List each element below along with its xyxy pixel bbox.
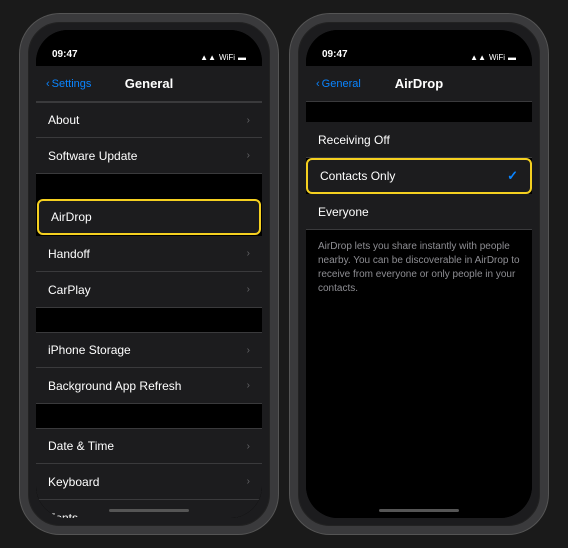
keyboard-label: Keyboard [48,475,247,489]
vol-dn-button-2[interactable] [290,162,292,190]
list-item-software-update[interactable]: Software Update › [36,138,262,174]
software-update-chevron-icon: › [247,150,250,161]
wifi-icon-2: WiFi [489,53,505,62]
nav-title-1: General [125,76,173,91]
carplay-label: CarPlay [48,283,247,297]
nav-title-2: AirDrop [395,76,443,91]
battery-icon: ▬ [238,53,246,62]
group-1: About › Software Update › [36,102,262,174]
list-item-airdrop[interactable]: AirDrop [37,199,261,235]
fonts-chevron-icon: › [247,512,250,518]
mute-button[interactable] [20,92,22,110]
airdrop-gap-top [306,102,532,122]
signal-icon-2: ▲▲ [470,53,486,62]
phone-1: 09:47 ▲▲ WiFi ▬ ‹ Settings General [20,14,278,534]
home-indicator-1 [109,509,189,512]
list-item-keyboard[interactable]: Keyboard › [36,464,262,500]
status-icons-1: ▲▲ WiFi ▬ [200,53,246,62]
status-time-2: 09:47 [322,49,348,62]
screen-1: 09:47 ▲▲ WiFi ▬ ‹ Settings General [36,30,262,518]
back-button-2[interactable]: ‹ General [316,78,361,90]
airdrop-description: AirDrop lets you share instantly with pe… [306,230,532,306]
gap-3 [36,404,262,428]
handoff-chevron-icon: › [247,248,250,259]
contacts-only-label: Contacts Only [320,169,507,183]
power-button-2[interactable] [546,132,548,172]
signal-icon: ▲▲ [200,53,216,62]
group-2: AirDrop Handoff › CarPlay › [36,199,262,308]
status-icons-2: ▲▲ WiFi ▬ [470,53,516,62]
airdrop-label: AirDrop [51,210,247,224]
list-item-about[interactable]: About › [36,102,262,138]
list-item-carplay[interactable]: CarPlay › [36,272,262,308]
nav-bar-2: ‹ General AirDrop [306,66,532,102]
list-item-date-time[interactable]: Date & Time › [36,428,262,464]
airdrop-settings-list: Receiving Off Contacts Only ✓ Everyone A… [306,102,532,518]
power-button[interactable] [276,132,278,172]
background-refresh-label: Background App Refresh [48,379,247,393]
everyone-label: Everyone [318,205,520,219]
mute-button-2[interactable] [290,92,292,110]
airdrop-item-receiving-off[interactable]: Receiving Off [306,122,532,158]
vol-dn-button[interactable] [20,162,22,190]
wifi-icon: WiFi [219,53,235,62]
about-label: About [48,113,247,127]
back-button-1[interactable]: ‹ Settings [46,78,91,90]
carplay-chevron-icon: › [247,284,250,295]
phone-frame-2: 09:47 ▲▲ WiFi ▬ ‹ General AirDrop [290,14,548,534]
gap-2 [36,308,262,332]
list-item-iphone-storage[interactable]: iPhone Storage › [36,332,262,368]
home-indicator-2 [379,509,459,512]
nav-bar-1: ‹ Settings General [36,66,262,102]
status-time-1: 09:47 [52,49,78,62]
phone-frame-1: 09:47 ▲▲ WiFi ▬ ‹ Settings General [20,14,278,534]
back-chevron-icon: ‹ [46,78,50,90]
notch-1 [104,30,194,52]
date-time-label: Date & Time [48,439,247,453]
date-time-chevron-icon: › [247,441,250,452]
airdrop-item-everyone[interactable]: Everyone [306,194,532,230]
back-chevron-icon-2: ‹ [316,78,320,90]
list-item-background-refresh[interactable]: Background App Refresh › [36,368,262,404]
back-label-1: Settings [52,78,92,90]
about-chevron-icon: › [247,115,250,126]
settings-list: About › Software Update › AirDrop Ha [36,102,262,518]
notch-2 [374,30,464,52]
group-3: iPhone Storage › Background App Refresh … [36,332,262,404]
battery-icon-2: ▬ [508,53,516,62]
list-item-handoff[interactable]: Handoff › [36,236,262,272]
receiving-off-label: Receiving Off [318,133,520,147]
background-refresh-chevron-icon: › [247,380,250,391]
iphone-storage-chevron-icon: › [247,345,250,356]
phone-2: 09:47 ▲▲ WiFi ▬ ‹ General AirDrop [290,14,548,534]
iphone-storage-label: iPhone Storage [48,343,247,357]
vol-up-button[interactable] [20,122,22,150]
keyboard-chevron-icon: › [247,476,250,487]
gap-1 [36,174,262,198]
back-label-2: General [322,78,361,90]
group-4: Date & Time › Keyboard › Fonts › Languag… [36,428,262,518]
contacts-only-checkmark-icon: ✓ [507,168,518,184]
software-update-label: Software Update [48,149,247,163]
screen-2: 09:47 ▲▲ WiFi ▬ ‹ General AirDrop [306,30,532,518]
vol-up-button-2[interactable] [290,122,292,150]
handoff-label: Handoff [48,247,247,261]
airdrop-item-contacts-only[interactable]: Contacts Only ✓ [306,158,532,194]
